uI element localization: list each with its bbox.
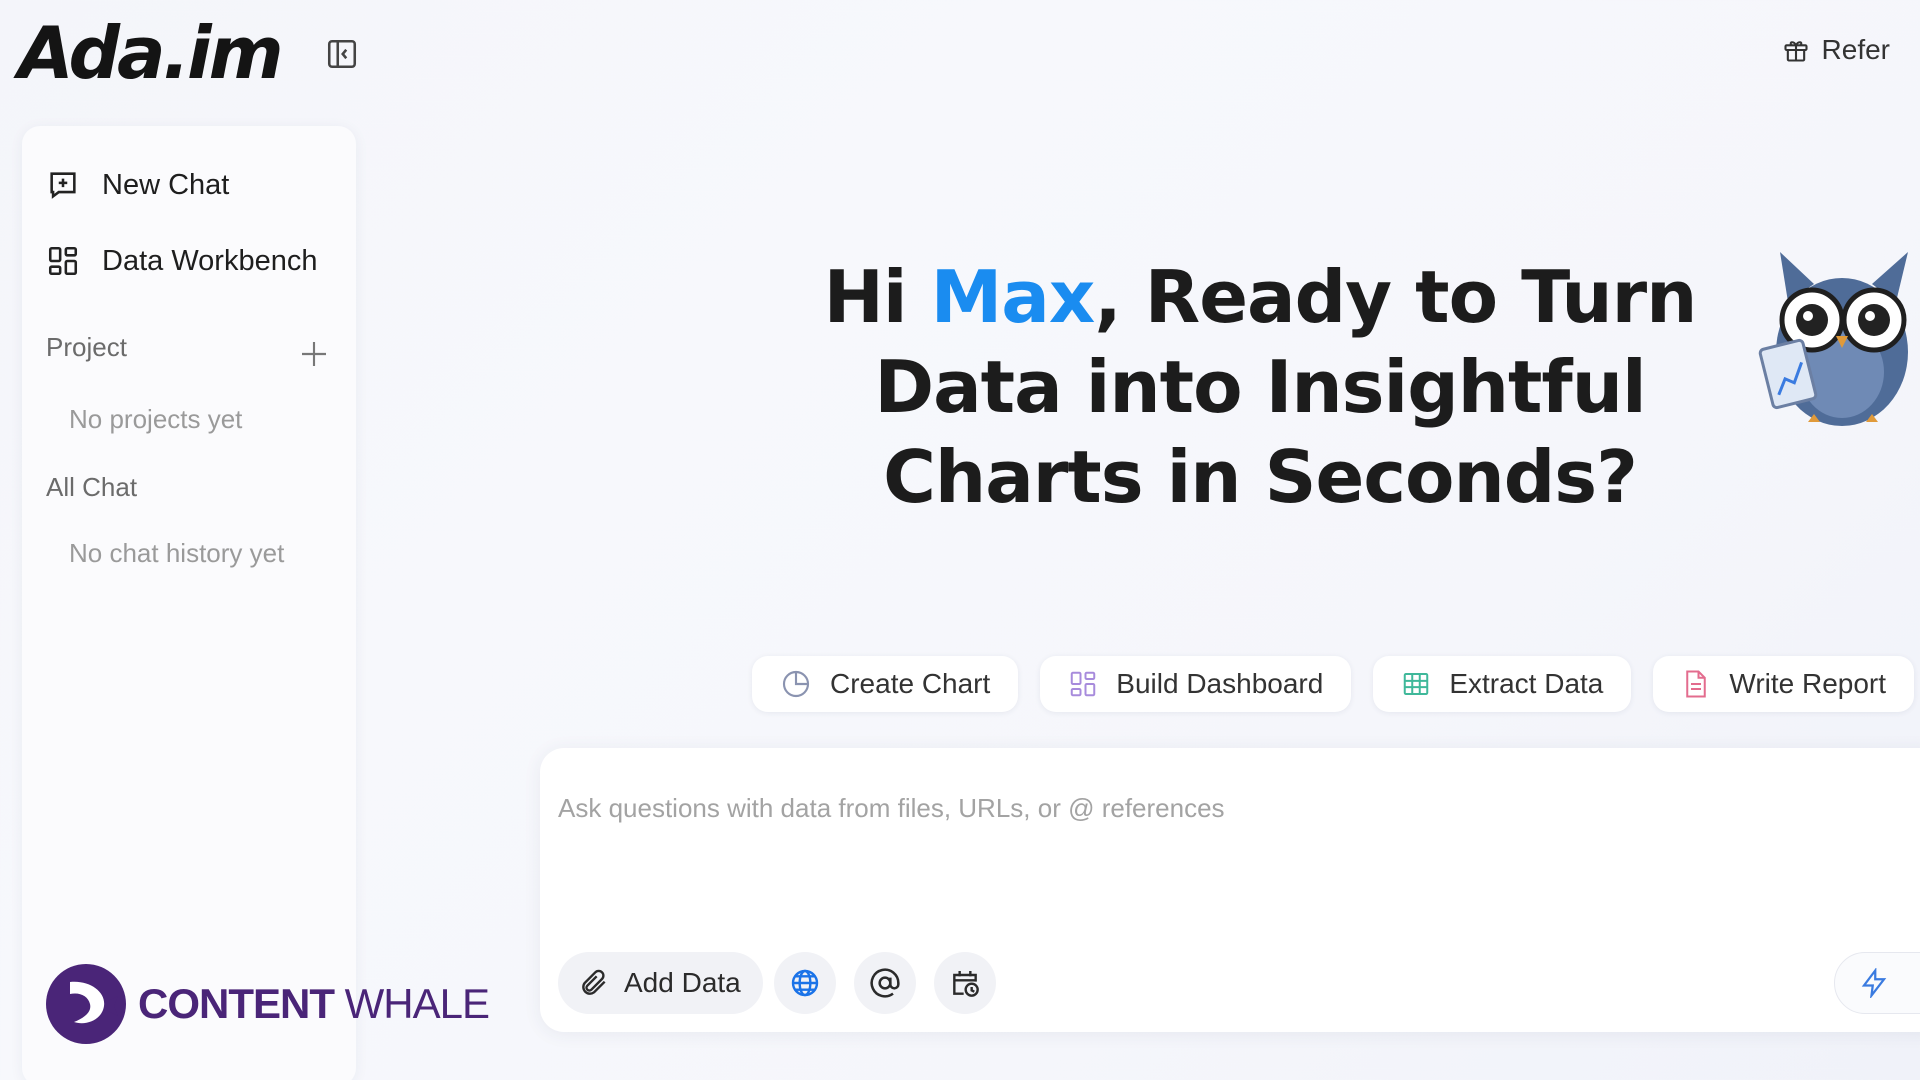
table-icon [1404,673,1429,695]
hero-line-1: Hi Max, Ready to Turn [760,252,1760,342]
hero-greeting: Hi [823,255,931,339]
sidebar-toggle-button[interactable] [324,36,360,72]
project-section-title: Project [46,332,127,362]
mention-button[interactable] [854,952,916,1014]
quick-mode-button[interactable] [1834,952,1920,1014]
watermark-text-bold: CONTENT [138,980,335,1027]
globe-icon [791,969,819,997]
create-chart-button[interactable]: Create Chart [752,656,1019,712]
paperclip-icon [582,969,606,995]
hero-heading: Hi Max, Ready to Turn Data into Insightf… [760,252,1760,522]
add-data-label: Add Data [624,967,741,998]
hero-user-name: Max [930,255,1096,339]
document-icon [1686,670,1707,698]
content-whale-logo [46,964,126,1044]
action-label: Write Report [1729,668,1887,699]
add-project-button[interactable] [294,334,334,374]
schedule-button[interactable] [934,952,996,1014]
new-chat-icon [50,172,76,199]
at-icon [870,968,900,998]
watermark-text: CONTENT WHALE [138,980,490,1028]
sidebar-collapse-icon [327,39,357,69]
sidebar-item-label: Data Workbench [102,244,318,277]
add-data-button[interactable]: Add Data [558,952,763,1014]
chat-history-empty-text: No chat history yet [69,538,285,568]
sidebar: New Chat Data Workbench Project No proje… [22,126,356,1080]
watermark-text-light: WHALE [334,980,490,1027]
pie-chart-icon [782,670,810,698]
refer-label: Refer [1821,34,1890,65]
owl-mascot-icon [1758,252,1908,426]
plus-icon [302,342,326,366]
web-search-button[interactable] [774,952,836,1014]
sidebar-item-data-workbench[interactable]: Data Workbench [46,244,317,278]
gift-icon [1783,41,1808,62]
sidebar-item-new-chat[interactable]: New Chat [46,168,229,202]
all-chat-section-title: All Chat [46,472,138,502]
quick-actions: Create Chart Build Dashboard Extract Dat… [752,656,1915,712]
bolt-icon [1861,968,1887,998]
projects-empty-text: No projects yet [69,404,243,434]
hero-line-3: Charts in Seconds? [883,435,1638,519]
refer-button[interactable]: Refer [1782,34,1890,66]
grid-icon [48,246,78,276]
app-logo[interactable]: Ada.im [18,11,284,95]
build-dashboard-button[interactable]: Build Dashboard [1040,656,1352,712]
hero-line-1-rest: , Ready to Turn [1094,255,1697,339]
hero-line-2: Data into Insightful [874,345,1646,429]
watermark: CONTENT WHALE [44,962,490,1046]
extract-data-button[interactable]: Extract Data [1373,656,1632,712]
logo-text: Ada.im [18,11,284,95]
write-report-button[interactable]: Write Report [1653,656,1915,712]
action-label: Build Dashboard [1116,668,1324,699]
action-label: Create Chart [830,668,991,699]
dashboard-icon [1071,671,1096,697]
chat-composer: Add Data [540,748,1920,1032]
chat-input[interactable] [556,792,1860,825]
action-label: Extract Data [1449,668,1604,699]
calendar-clock-icon [953,971,979,997]
sidebar-item-label: New Chat [102,168,230,201]
